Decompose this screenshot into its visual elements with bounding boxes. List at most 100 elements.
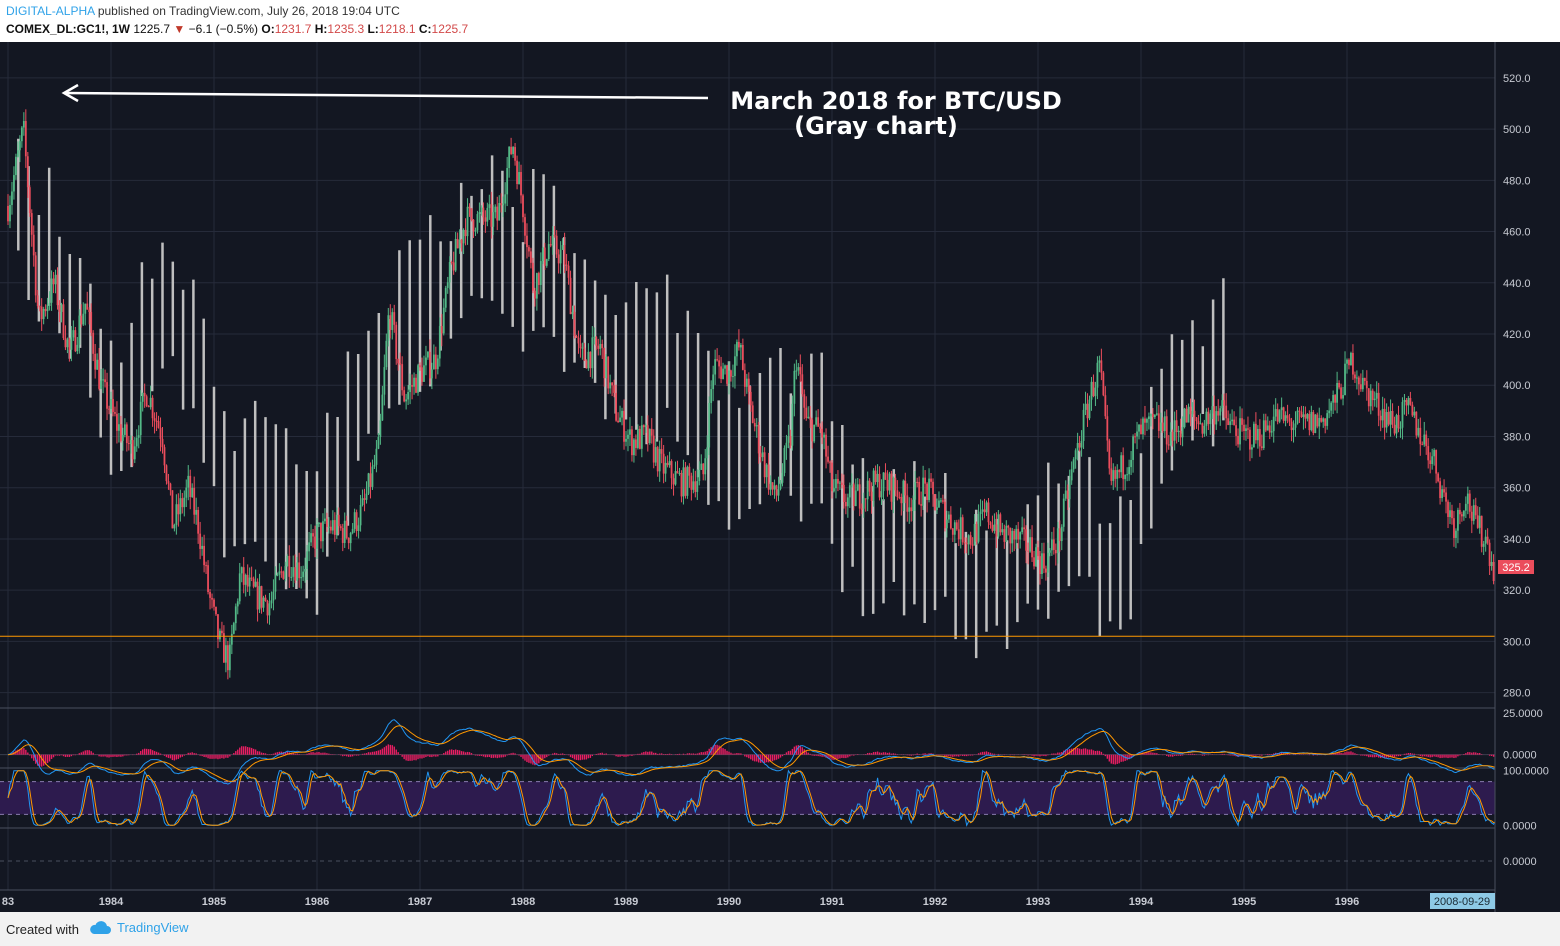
candle-body bbox=[599, 343, 602, 349]
high-label: H: bbox=[314, 22, 328, 36]
candle-body bbox=[333, 520, 336, 535]
candle-body bbox=[236, 601, 239, 607]
blank-tick-label: 0.0000 bbox=[1503, 856, 1537, 868]
candle-body bbox=[1373, 398, 1376, 401]
candle-body bbox=[1282, 407, 1285, 421]
candle-body bbox=[286, 555, 289, 567]
candle-body bbox=[169, 483, 172, 491]
candle-body bbox=[1490, 561, 1493, 567]
candle-body bbox=[135, 437, 138, 447]
price-axis[interactable]: 520.0 500.0 480.0 460.0 440.0 420.0 400.0 380.0… bbox=[1494, 42, 1560, 912]
y-tick-label: 440.0 bbox=[1503, 278, 1531, 290]
candle-body bbox=[520, 172, 522, 196]
candle-body bbox=[432, 354, 435, 370]
candle-body bbox=[1175, 420, 1178, 433]
chart-canvas[interactable]: 520.0 500.0 480.0 460.0 440.0 420.0 400.0 380.0… bbox=[0, 42, 1560, 912]
candle-body bbox=[54, 274, 57, 285]
candle-body bbox=[1397, 415, 1400, 429]
y-tick-label: 520.0 bbox=[1503, 73, 1531, 85]
candle-body bbox=[1136, 431, 1138, 437]
candle-body bbox=[1128, 467, 1131, 475]
candle-body bbox=[755, 424, 758, 427]
candle-body bbox=[1354, 374, 1356, 379]
candle-body bbox=[759, 453, 762, 458]
candle-body bbox=[722, 368, 724, 380]
candle-body bbox=[769, 482, 772, 490]
candle-body bbox=[648, 428, 651, 444]
candle-body bbox=[1191, 410, 1194, 415]
candle-body bbox=[199, 533, 202, 549]
candle-body bbox=[1401, 401, 1404, 428]
candle-body bbox=[1005, 525, 1008, 542]
candle-body bbox=[1344, 363, 1346, 396]
candle-body bbox=[551, 234, 554, 246]
candle-body bbox=[745, 378, 748, 387]
x-tick-label: 1986 bbox=[305, 896, 329, 908]
candle-body bbox=[444, 287, 447, 308]
candle-body bbox=[664, 462, 667, 474]
last-price-badge: 325.2 bbox=[1498, 560, 1534, 574]
candle-body bbox=[817, 417, 820, 427]
candle-body bbox=[1009, 527, 1012, 544]
candle-body bbox=[44, 308, 47, 312]
candle-body bbox=[1124, 474, 1127, 480]
candle-body bbox=[985, 502, 988, 513]
candle-body bbox=[478, 212, 481, 214]
candle-body bbox=[1013, 530, 1016, 540]
candle-body bbox=[813, 424, 816, 442]
candle-body bbox=[965, 542, 968, 545]
candle-body bbox=[1468, 493, 1471, 512]
candle-body bbox=[496, 206, 499, 221]
candle-body bbox=[339, 526, 342, 529]
tradingview-link[interactable]: TradingView bbox=[88, 920, 189, 935]
candle-body bbox=[209, 592, 211, 598]
candle-body bbox=[290, 576, 293, 578]
candle-body bbox=[1225, 405, 1228, 419]
candle-body bbox=[1007, 525, 1010, 528]
candle-body bbox=[1466, 493, 1469, 504]
candle-body bbox=[228, 644, 231, 671]
candle-body bbox=[480, 207, 483, 213]
candle-body bbox=[125, 424, 128, 444]
candle-body bbox=[995, 524, 998, 537]
candle-body bbox=[882, 472, 885, 492]
symbol-label[interactable]: COMEX_DL:GC1!, 1W bbox=[6, 22, 130, 36]
candle-body bbox=[906, 495, 909, 512]
stochastic-band bbox=[0, 781, 1495, 815]
candle-body bbox=[60, 304, 63, 312]
candle-body bbox=[577, 337, 580, 344]
candle-body bbox=[292, 567, 295, 577]
y-tick-label: 380.0 bbox=[1503, 431, 1531, 443]
candle-body bbox=[254, 581, 257, 587]
candle-body bbox=[708, 402, 711, 448]
candle-body bbox=[989, 522, 992, 525]
candle-body bbox=[997, 514, 1000, 537]
candle-body bbox=[484, 217, 487, 222]
candle-body bbox=[1488, 542, 1491, 567]
candle-body bbox=[724, 365, 726, 369]
candle-body bbox=[1161, 422, 1164, 432]
candle-body bbox=[1050, 539, 1053, 551]
candle-body bbox=[108, 408, 110, 410]
candle-body bbox=[1480, 515, 1483, 547]
candle-body bbox=[549, 244, 552, 246]
candle-body bbox=[448, 261, 451, 283]
high-value: 1235.3 bbox=[327, 22, 365, 36]
candle-body bbox=[615, 392, 617, 421]
candle-body bbox=[668, 461, 671, 466]
candle-body bbox=[15, 156, 17, 176]
candle-body bbox=[1419, 427, 1422, 445]
candle-body bbox=[1159, 422, 1162, 431]
candle-body bbox=[11, 191, 13, 205]
candle-body bbox=[767, 464, 770, 490]
author-link[interactable]: DIGITAL-ALPHA bbox=[6, 4, 94, 18]
candle-body bbox=[736, 341, 738, 357]
candle-body bbox=[1260, 446, 1263, 449]
candle-body bbox=[587, 351, 590, 369]
candle-body bbox=[335, 514, 338, 535]
candle-body bbox=[40, 306, 43, 320]
candle-body bbox=[585, 360, 588, 369]
candle-body bbox=[389, 315, 392, 330]
candle-body bbox=[1100, 360, 1103, 373]
candle-body bbox=[1484, 536, 1487, 544]
